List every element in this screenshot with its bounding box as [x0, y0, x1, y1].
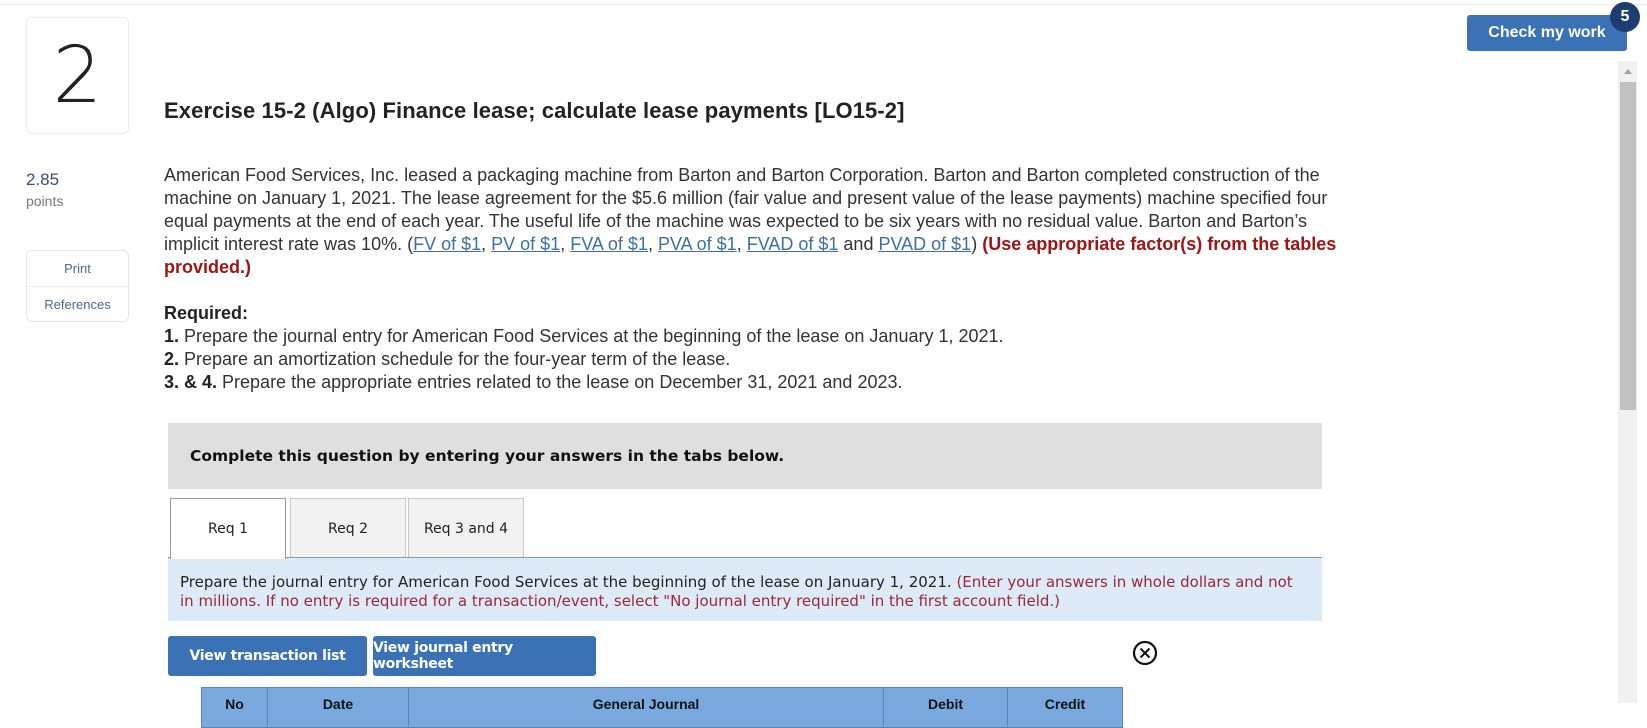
fv-of-1-link[interactable]: FV of $1 — [413, 234, 481, 254]
points-label: points — [26, 193, 64, 209]
required-heading: Required: — [164, 303, 249, 323]
tab-req-3-and-4[interactable]: Req 3 and 4 — [408, 498, 524, 558]
exercise-title: Exercise 15-2 (Algo) Finance lease; calc… — [164, 98, 905, 123]
attempts-badge: 5 — [1610, 2, 1640, 32]
scrollbar-thumb[interactable] — [1620, 82, 1636, 410]
required-section: Required: 1. Prepare the journal entry f… — [164, 302, 1344, 394]
column-header-debit: Debit — [883, 687, 1008, 728]
required-item-text: Prepare an amortization schedule for the… — [179, 349, 731, 369]
side-links-panel: Print References — [26, 250, 129, 322]
required-item: 2. Prepare an amortization schedule for … — [164, 348, 1344, 371]
and-word: and — [838, 234, 879, 254]
fvad-of-1-link[interactable]: FVAD of $1 — [747, 234, 839, 254]
problem-text: American Food Services, Inc. leased a pa… — [164, 164, 1344, 279]
pvad-of-1-link[interactable]: PVAD of $1 — [878, 234, 971, 254]
journal-table: No Date General Journal Debit Credit — [201, 687, 1123, 728]
instruction-text: Prepare the journal entry for American F… — [180, 573, 957, 591]
check-my-work-button[interactable]: Check my work — [1467, 15, 1627, 51]
top-divider — [0, 4, 1647, 5]
fva-of-1-link[interactable]: FVA of $1 — [570, 234, 648, 254]
separator: , — [647, 234, 658, 254]
required-item-number: 2. — [164, 349, 180, 369]
close-paren: ) — [971, 234, 978, 254]
scroll-up-arrow-icon[interactable] — [1618, 61, 1637, 81]
tab-req-2[interactable]: Req 2 — [290, 498, 406, 558]
view-journal-entry-worksheet-button[interactable]: View journal entry worksheet — [373, 636, 596, 676]
vertical-scrollbar[interactable] — [1618, 61, 1637, 703]
print-link[interactable]: Print — [27, 251, 128, 286]
tab-req-1[interactable]: Req 1 — [170, 498, 286, 559]
complete-instructions-banner: Complete this question by entering your … — [168, 423, 1322, 489]
required-item: 3. & 4. Prepare the appropriate entries … — [164, 371, 1344, 394]
view-transaction-list-button[interactable]: View transaction list — [168, 636, 367, 676]
required-item-text: Prepare the journal entry for American F… — [179, 326, 1004, 346]
required-item-number: 3. & 4. — [164, 372, 218, 392]
pv-of-1-link[interactable]: PV of $1 — [491, 234, 560, 254]
required-item-text: Prepare the appropriate entries related … — [217, 372, 903, 392]
required-item: 1. Prepare the journal entry for America… — [164, 325, 1344, 348]
column-header-date: Date — [267, 687, 409, 728]
required-item-number: 1. — [164, 326, 180, 346]
separator: , — [736, 234, 747, 254]
column-header-no: No — [201, 687, 268, 728]
question-number-box: 2 — [26, 17, 129, 134]
references-link[interactable]: References — [27, 286, 128, 322]
separator: , — [481, 234, 492, 254]
close-icon[interactable] — [1132, 640, 1158, 666]
column-header-general-journal: General Journal — [408, 687, 884, 728]
column-header-credit: Credit — [1007, 687, 1123, 728]
points-value: 2.85 — [26, 170, 60, 189]
tab-instructions: Prepare the journal entry for American F… — [168, 557, 1322, 621]
journal-header-row: No Date General Journal Debit Credit — [201, 687, 1123, 728]
question-number: 2 — [52, 30, 103, 121]
separator: , — [560, 234, 571, 254]
pva-of-1-link[interactable]: PVA of $1 — [658, 234, 737, 254]
